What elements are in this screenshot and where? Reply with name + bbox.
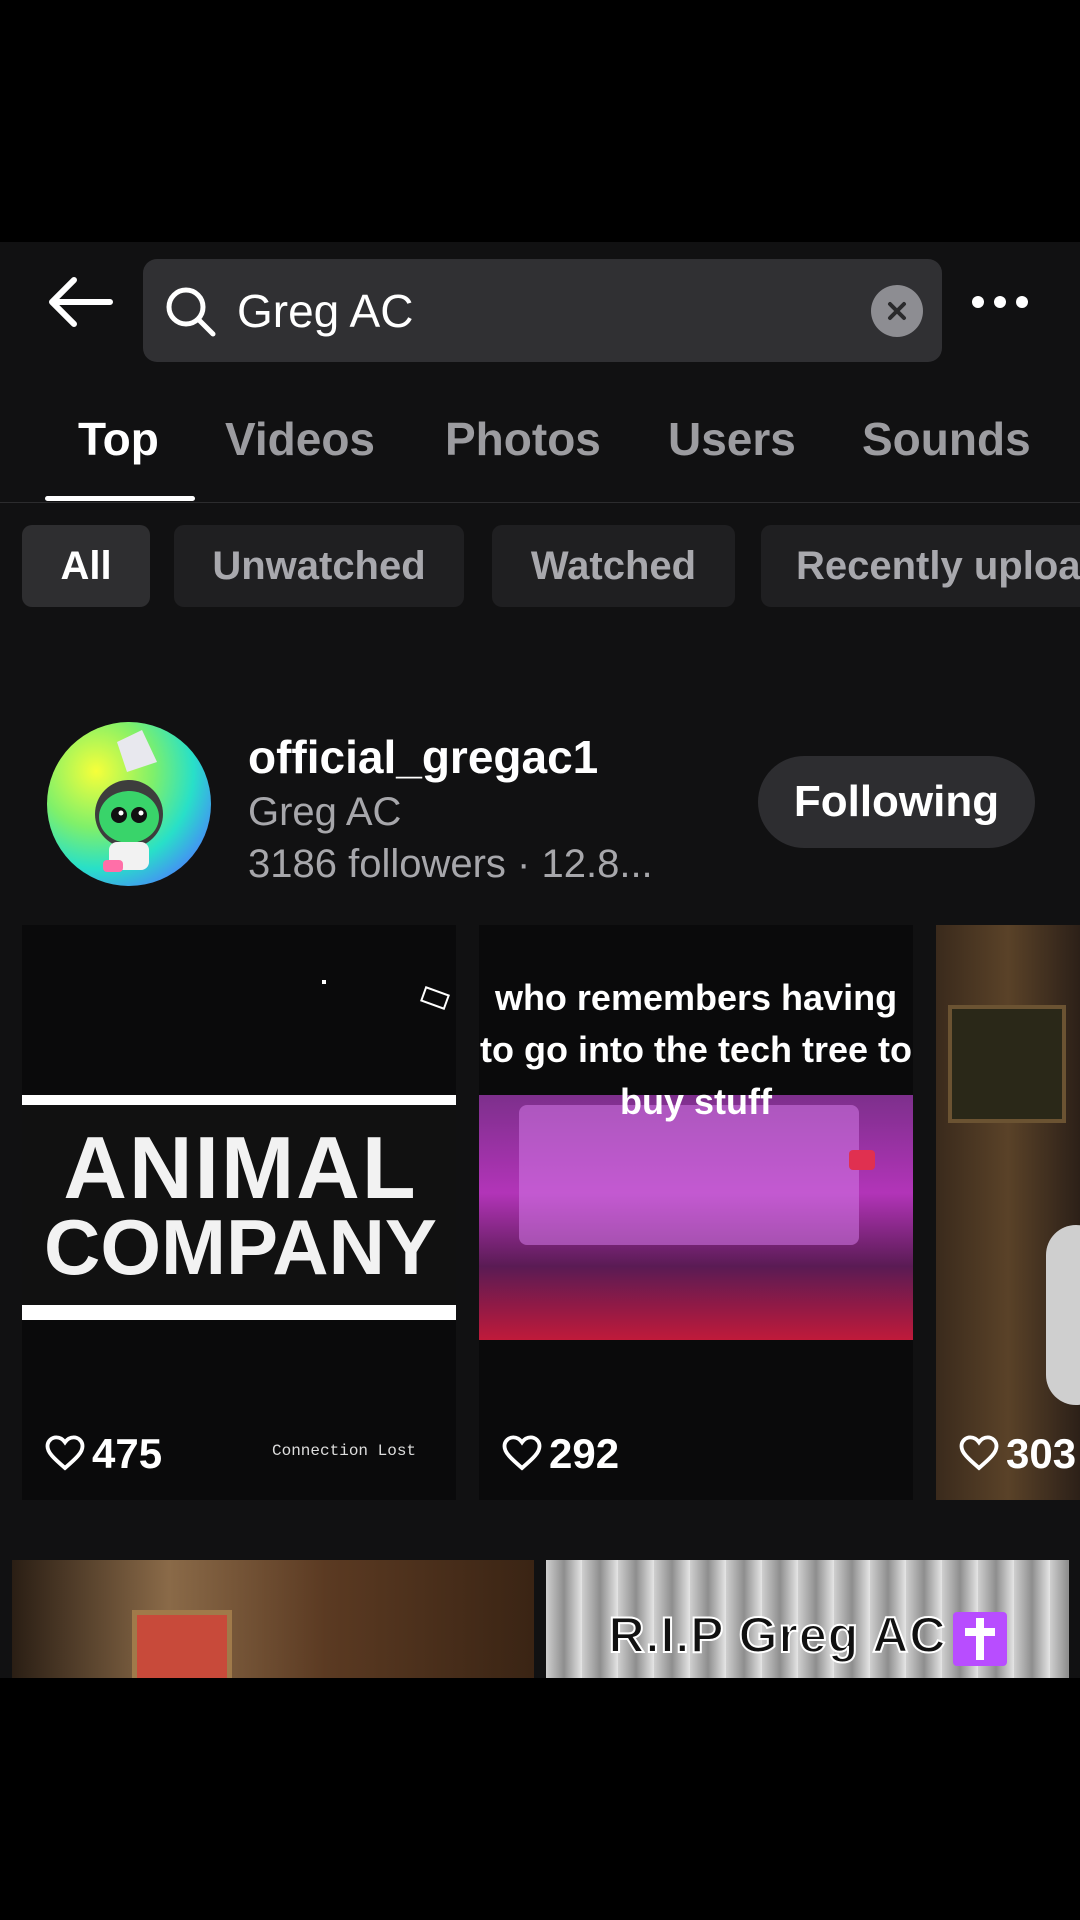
clear-search-button[interactable] — [871, 285, 923, 337]
character-shape — [1046, 1225, 1080, 1405]
top-bar — [0, 242, 1080, 362]
caption-line-1: who remembers having — [494, 977, 898, 1018]
tab-users[interactable]: Users — [668, 412, 796, 466]
sparkle — [420, 986, 450, 1010]
connection-lost-text: Connection Lost — [272, 1442, 417, 1460]
likes-value: 475 — [92, 1430, 163, 1477]
photo-thumbnail[interactable] — [12, 1560, 534, 1678]
filter-chips: All Unwatched Watched Recently uploa — [0, 525, 1080, 607]
back-arrow-icon — [49, 277, 113, 327]
filter-recently-uploaded[interactable]: Recently uploa — [761, 525, 1080, 607]
rip-caption-text: R.I.P Greg AC — [607, 1606, 947, 1664]
result-tabs: Top Videos Photos Users Sounds — [0, 382, 1080, 503]
likes-value: 292 — [549, 1430, 620, 1477]
game-scene — [479, 1095, 913, 1340]
tab-photos[interactable]: Photos — [445, 412, 601, 466]
video-thumbnail[interactable]: who remembers having to go into the tech… — [479, 925, 913, 1500]
back-button[interactable] — [44, 274, 116, 330]
filter-watched[interactable]: Watched — [492, 525, 735, 607]
search-results-screen: Top Videos Photos Users Sounds All Unwat… — [0, 242, 1080, 1678]
tab-videos[interactable]: Videos — [225, 412, 375, 466]
banner-inner: ANIMAL COMPANY — [22, 1105, 456, 1305]
clear-icon — [888, 302, 906, 320]
following-button[interactable]: Following — [758, 756, 1035, 848]
filter-unwatched[interactable]: Unwatched — [174, 525, 464, 607]
video-thumbnail[interactable]: ANIMAL COMPANY Connection Lost 475 — [22, 925, 456, 1500]
heart-icon — [45, 1435, 85, 1471]
caption-line-3: buy stuff — [620, 1081, 772, 1122]
avatar[interactable] — [47, 722, 211, 886]
likes-count: 292 — [501, 1430, 619, 1478]
active-tab-indicator — [45, 496, 195, 501]
rip-caption: R.I.P Greg AC — [546, 1606, 1069, 1666]
tab-top[interactable]: Top — [78, 412, 159, 466]
avatar-image — [95, 730, 163, 872]
search-icon — [166, 287, 216, 337]
photo-thumbnail[interactable]: R.I.P Greg AC — [546, 1560, 1069, 1678]
likes-count: 303 — [958, 1430, 1076, 1478]
heart-icon — [502, 1435, 542, 1471]
more-icon — [972, 296, 1028, 308]
display-name: Greg AC — [248, 790, 402, 834]
banner-line-2: COMPANY — [44, 1202, 437, 1291]
video-thumbnail[interactable]: 303 — [936, 925, 1080, 1500]
app-icon — [849, 1150, 875, 1170]
user-stats: 3186 followers · 12.8... — [248, 842, 653, 886]
likes-count: 475 — [44, 1430, 162, 1478]
picture-frame — [948, 1005, 1066, 1123]
search-input[interactable] — [237, 259, 797, 362]
banner-line-1: ANIMAL — [63, 1118, 418, 1218]
animal-company-banner: ANIMAL COMPANY — [22, 1095, 456, 1320]
caption-line-2: to go into the tech tree to — [480, 1029, 912, 1070]
painting — [132, 1610, 232, 1678]
likes-value: 303 — [1006, 1430, 1077, 1477]
cross-emoji-icon — [952, 1611, 1007, 1666]
filter-all[interactable]: All — [22, 525, 150, 607]
username[interactable]: official_gregac1 — [248, 730, 598, 784]
heart-icon — [959, 1435, 999, 1471]
search-bar — [143, 259, 942, 362]
user-result: official_gregac1 Greg AC 3186 followers … — [0, 722, 1080, 892]
more-options-button[interactable] — [968, 276, 1032, 328]
tablet-screen — [519, 1105, 859, 1245]
tab-sounds[interactable]: Sounds — [862, 412, 1031, 466]
sparkle — [322, 980, 326, 984]
